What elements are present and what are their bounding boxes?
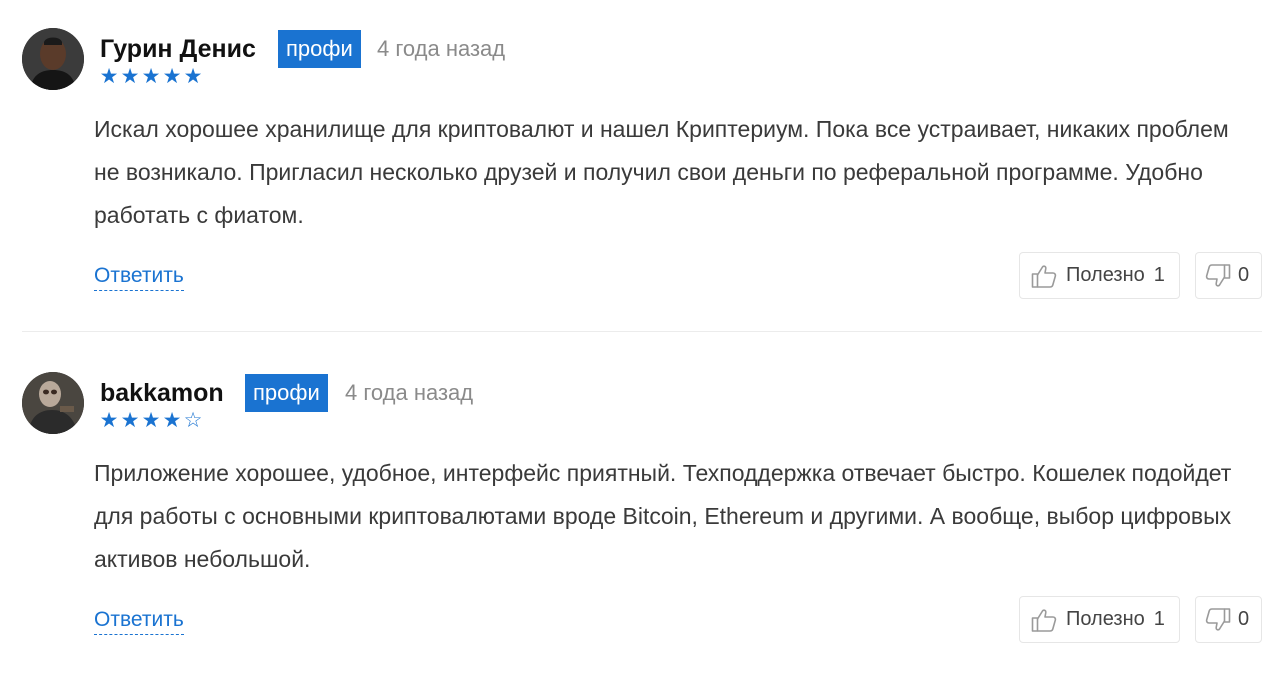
- dislike-button[interactable]: 0: [1195, 596, 1262, 643]
- useful-count: 1: [1153, 264, 1165, 286]
- thumbs-up-icon: [1030, 606, 1058, 634]
- thumbs-down-icon: [1204, 262, 1232, 290]
- pro-badge: профи: [278, 30, 361, 68]
- review-item: bakkamon профи 4 года назад ★★★★☆ Прилож…: [0, 344, 1288, 675]
- reply-link[interactable]: Ответить: [94, 606, 184, 635]
- star-icon: ★: [141, 409, 162, 432]
- rating-stars: ★★★★★: [99, 66, 204, 88]
- review-date: 4 года назад: [345, 380, 474, 405]
- star-icon: ★: [141, 65, 162, 88]
- avatar[interactable]: [22, 28, 84, 90]
- dislike-button[interactable]: 0: [1195, 252, 1262, 299]
- star-icon: ★: [99, 65, 120, 88]
- review-date: 4 года назад: [377, 36, 506, 61]
- review-item: Гурин Денис профи 4 года назад ★★★★★ Иск…: [0, 0, 1288, 344]
- useful-label: Полезно: [1066, 264, 1145, 286]
- star-empty-icon: ☆: [183, 409, 204, 432]
- star-icon: ★: [120, 65, 141, 88]
- rating-stars: ★★★★☆: [99, 410, 204, 432]
- reviews-list: Гурин Денис профи 4 года назад ★★★★★ Иск…: [0, 0, 1288, 675]
- author-name[interactable]: Гурин Денис: [100, 34, 256, 64]
- dislike-count: 0: [1238, 608, 1250, 630]
- review-text: Приложение хорошее, удобное, интерфейс п…: [94, 460, 1232, 572]
- dislike-count: 0: [1238, 264, 1250, 286]
- user-photo: [22, 28, 84, 90]
- useful-count: 1: [1153, 608, 1165, 630]
- star-icon: ★: [183, 65, 204, 88]
- user-photo: [22, 372, 84, 434]
- thumbs-down-icon: [1204, 606, 1232, 634]
- useful-label: Полезно: [1066, 608, 1145, 630]
- review-text: Искал хорошее хранилище для криптовалют …: [94, 116, 1229, 228]
- thumbs-up-icon: [1030, 262, 1058, 290]
- avatar[interactable]: [22, 372, 84, 434]
- divider: [22, 331, 1262, 332]
- star-icon: ★: [162, 65, 183, 88]
- useful-button[interactable]: Полезно 1: [1019, 252, 1180, 299]
- author-name[interactable]: bakkamon: [100, 378, 224, 408]
- useful-button[interactable]: Полезно 1: [1019, 596, 1180, 643]
- reply-link[interactable]: Ответить: [94, 262, 184, 291]
- star-icon: ★: [99, 409, 120, 432]
- star-icon: ★: [162, 409, 183, 432]
- star-icon: ★: [120, 409, 141, 432]
- pro-badge: профи: [245, 374, 328, 412]
